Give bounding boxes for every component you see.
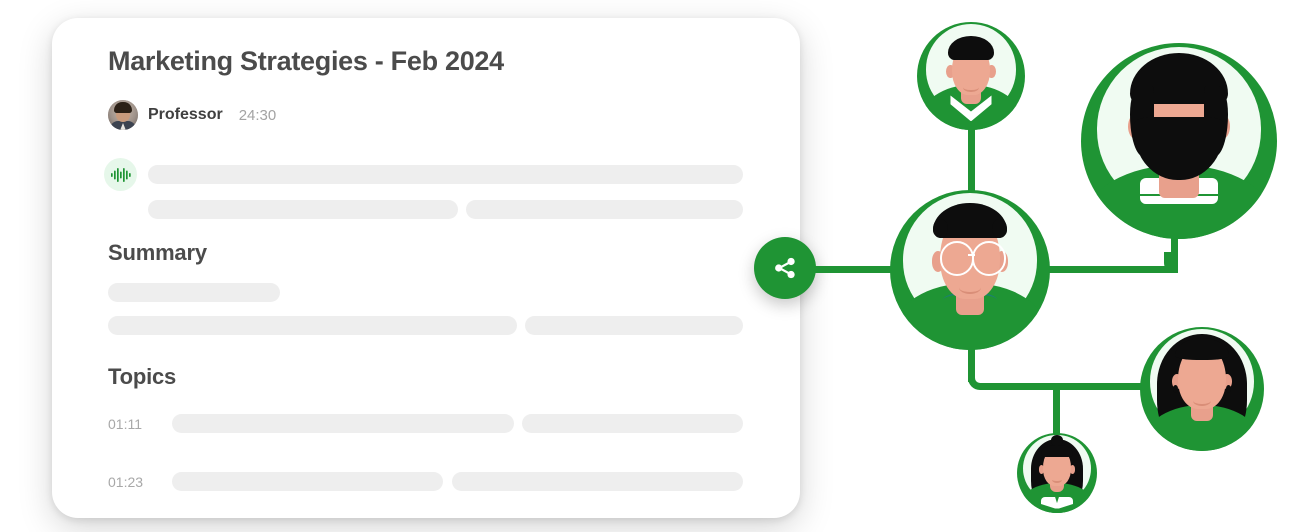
topic-skeleton-line	[172, 414, 514, 433]
connector-corner-bearded	[1164, 252, 1178, 273]
recording-duration: 24:30	[238, 106, 277, 124]
transcript-skeleton-line	[148, 200, 458, 219]
topic-timestamp[interactable]: 01:11	[108, 416, 142, 432]
summary-skeleton-line	[525, 316, 743, 335]
page-title: Marketing Strategies - Feb 2024	[108, 46, 504, 76]
note-card-content: Marketing Strategies - Feb 2024 Professo…	[52, 18, 800, 518]
connector-center-to-bearded-horizontal	[1048, 266, 1178, 273]
transcript-skeleton-line	[357, 165, 743, 184]
topic-timestamp[interactable]: 01:23	[108, 474, 143, 490]
section-heading-topics: Topics	[108, 364, 177, 389]
person-node-bottom[interactable]	[1017, 433, 1097, 513]
screenshot-root: Marketing Strategies - Feb 2024 Professo…	[0, 0, 1316, 532]
glasses-bridge	[968, 254, 975, 256]
avatar-hair	[114, 102, 132, 113]
node-hair	[948, 36, 994, 60]
summary-skeleton-line	[108, 283, 280, 302]
audio-waveform-icon[interactable]	[104, 158, 137, 191]
node-earring-right	[1225, 385, 1231, 393]
summary-skeleton-line	[108, 316, 517, 335]
node-hair-tuft-right	[992, 218, 1007, 238]
speaker-meta-row: Professor 24:30	[108, 100, 276, 130]
transcript-skeleton-line	[466, 200, 743, 219]
node-hair-bun	[1050, 434, 1064, 446]
people-network-diagram	[740, 0, 1316, 532]
topic-skeleton-line	[452, 472, 743, 491]
topic-skeleton-line	[172, 472, 443, 491]
meeting-note-card: Marketing Strategies - Feb 2024 Professo…	[52, 18, 800, 518]
speaker-name: Professor	[148, 106, 223, 123]
person-node-right[interactable]	[1140, 327, 1264, 451]
person-node-center[interactable]	[890, 190, 1050, 350]
node-smile	[1052, 476, 1062, 483]
avatar	[108, 100, 138, 130]
topic-skeleton-line	[522, 414, 743, 433]
person-node-bearded[interactable]	[1081, 43, 1277, 239]
node-smile	[963, 82, 979, 93]
glasses-lens-right	[971, 241, 1006, 276]
node-bangs	[1041, 445, 1073, 457]
node-hair-tuft-left	[933, 218, 948, 238]
section-heading-summary: Summary	[108, 240, 207, 265]
glasses-lens-left	[939, 241, 974, 276]
person-node-top-left[interactable]	[917, 22, 1025, 130]
node-smile	[1193, 395, 1211, 406]
